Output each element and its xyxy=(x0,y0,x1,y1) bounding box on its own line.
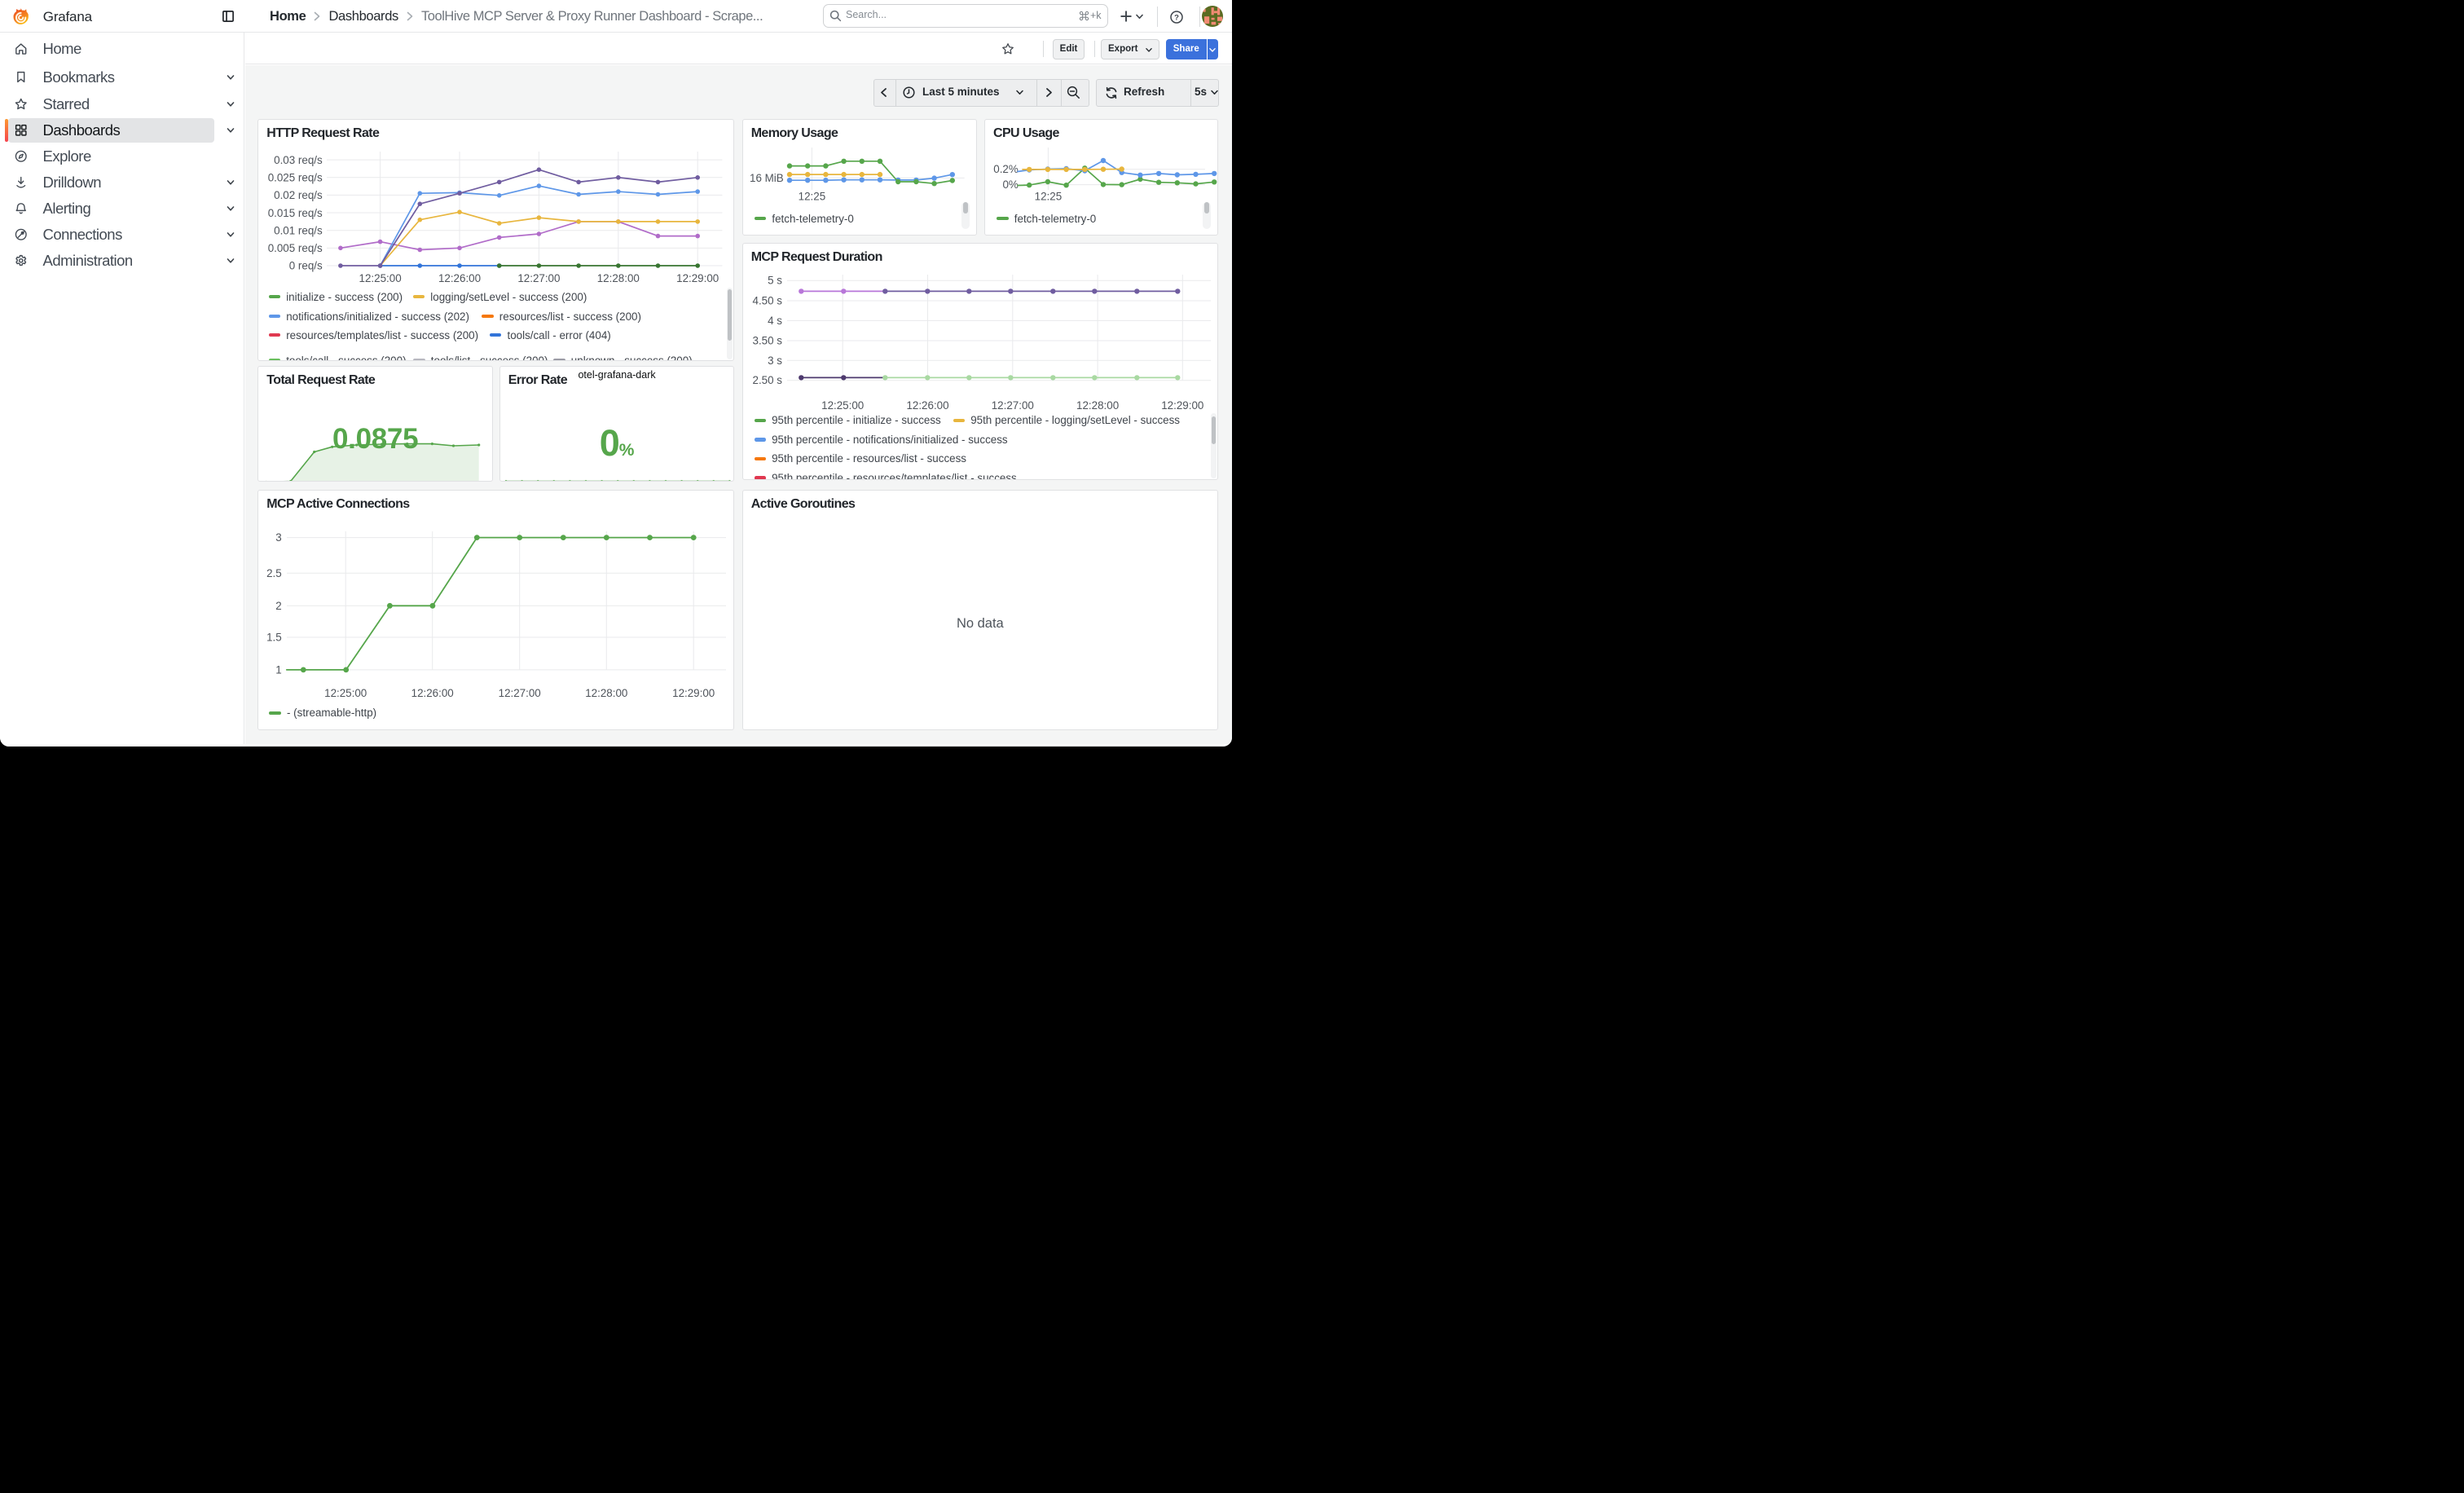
svg-text:3: 3 xyxy=(276,531,282,544)
svg-text:12:28:00: 12:28:00 xyxy=(597,272,640,284)
svg-text:0 req/s: 0 req/s xyxy=(289,259,323,271)
svg-text:4 s: 4 s xyxy=(768,315,782,327)
svg-text:0.015 req/s: 0.015 req/s xyxy=(268,206,323,218)
svg-text:0.01 req/s: 0.01 req/s xyxy=(274,224,323,236)
svg-text:12:25: 12:25 xyxy=(798,190,825,202)
svg-text:2.5: 2.5 xyxy=(266,567,282,579)
svg-text:12:26:00: 12:26:00 xyxy=(906,399,948,412)
svg-text:4.50 s: 4.50 s xyxy=(752,295,782,307)
svg-text:12:29:00: 12:29:00 xyxy=(672,687,715,699)
svg-text:12:26:00: 12:26:00 xyxy=(411,687,454,699)
svg-text:12:25:00: 12:25:00 xyxy=(359,272,402,284)
svg-text:0.005 req/s: 0.005 req/s xyxy=(268,242,323,254)
svg-text:0.02 req/s: 0.02 req/s xyxy=(274,189,323,201)
svg-text:12:27:00: 12:27:00 xyxy=(991,399,1033,412)
svg-text:2.50 s: 2.50 s xyxy=(752,374,782,386)
svg-text:1: 1 xyxy=(276,663,282,676)
svg-text:?: ? xyxy=(1174,13,1179,22)
svg-text:12:28:00: 12:28:00 xyxy=(1076,399,1119,412)
svg-text:2: 2 xyxy=(276,600,282,612)
svg-text:0%: 0% xyxy=(1002,178,1018,191)
svg-text:1.5: 1.5 xyxy=(266,632,282,644)
svg-text:12:27:00: 12:27:00 xyxy=(518,272,561,284)
svg-text:12:25:00: 12:25:00 xyxy=(821,399,864,412)
svg-text:12:25:00: 12:25:00 xyxy=(324,687,367,699)
svg-text:12:28:00: 12:28:00 xyxy=(586,687,628,699)
svg-text:3 s: 3 s xyxy=(768,355,782,367)
svg-text:0.025 req/s: 0.025 req/s xyxy=(268,171,323,183)
svg-text:0.2%: 0.2% xyxy=(993,163,1019,175)
svg-text:12:27:00: 12:27:00 xyxy=(499,687,541,699)
svg-text:16 MiB: 16 MiB xyxy=(750,171,784,183)
svg-text:0.03 req/s: 0.03 req/s xyxy=(274,153,323,165)
svg-text:12:29:00: 12:29:00 xyxy=(676,272,719,284)
svg-text:12:26:00: 12:26:00 xyxy=(438,272,481,284)
svg-text:12:29:00: 12:29:00 xyxy=(1161,399,1203,412)
svg-text:12:25: 12:25 xyxy=(1035,190,1063,202)
svg-text:3.50 s: 3.50 s xyxy=(752,335,782,347)
svg-text:5 s: 5 s xyxy=(768,275,782,287)
